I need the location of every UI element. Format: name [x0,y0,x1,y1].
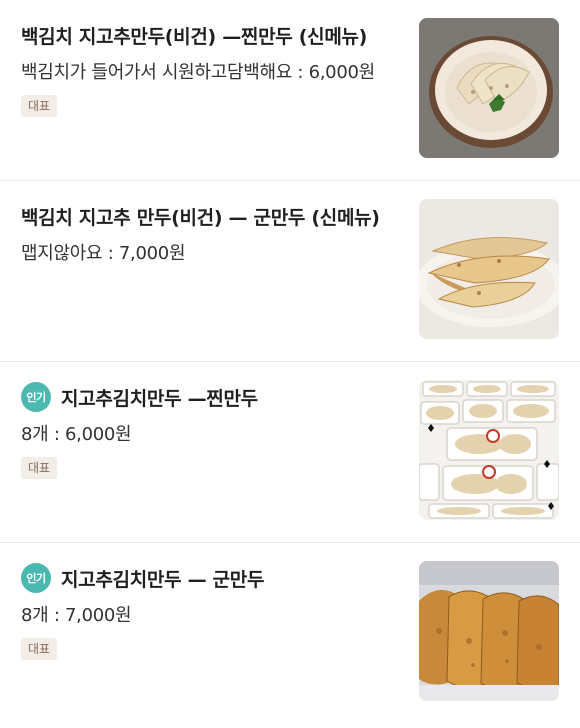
steamed-dumplings-photo[interactable] [419,18,559,158]
menu-list: 백김치 지고추만두(비건) —찐만두 (신메뉴) 백김치가 들어가서 시원하고담… [0,0,580,727]
title-row: 백김치 지고추 만두(비건) — 군만두 (신메뉴) [21,199,401,233]
representative-badge: 대표 [21,457,58,479]
menu-item-steamed-white-kimchi[interactable]: 백김치 지고추만두(비건) —찐만두 (신메뉴) 백김치가 들어가서 시원하고담… [0,0,580,181]
menu-item-fried-white-kimchi[interactable]: 백김치 지고추 만두(비건) — 군만두 (신메뉴) 맵지않아요 : 7,000… [0,181,580,362]
menu-item-text: 인기 지고추김치만두 — 군만두 8개 : 7,000원 대표 [21,561,401,660]
popular-badge: 인기 [21,382,51,412]
menu-item-description: 8개 : 6,000원 [21,424,132,445]
menu-item-title[interactable]: 백김치 지고추 만두(비건) — 군만두 (신메뉴) [21,203,380,230]
pan-fried-dumplings-photo[interactable] [419,561,559,701]
menu-item-description: 백김치가 들어가서 시원하고담백해요 : 6,000원 [21,62,375,83]
menu-item-title[interactable]: 지고추김치만두 — 군만두 [61,565,264,592]
menu-item-description: 맵지않아요 : 7,000원 [21,243,186,264]
menu-item-fried-kimchi[interactable]: 인기 지고추김치만두 — 군만두 8개 : 7,000원 대표 [0,543,580,727]
menu-item-description: 8개 : 7,000원 [21,605,132,626]
menu-item-text: 인기 지고추김치만두 —찐만두 8개 : 6,000원 대표 [21,380,401,479]
representative-badge: 대표 [21,638,58,660]
menu-item-title[interactable]: 지고추김치만두 —찐만두 [61,384,258,411]
menu-item-title[interactable]: 백김치 지고추만두(비건) —찐만두 (신메뉴) [21,22,367,49]
title-row: 백김치 지고추만두(비건) —찐만두 (신메뉴) [21,18,401,52]
menu-item-text: 백김치 지고추만두(비건) —찐만두 (신메뉴) 백김치가 들어가서 시원하고담… [21,18,401,117]
popular-badge: 인기 [21,563,51,593]
packaged-dumplings-photo[interactable] [419,380,559,520]
title-row: 인기 지고추김치만두 —찐만두 [21,380,401,414]
fried-dumplings-photo[interactable] [419,199,559,339]
menu-item-steamed-kimchi[interactable]: 인기 지고추김치만두 —찐만두 8개 : 6,000원 대표 [0,362,580,543]
menu-item-text: 백김치 지고추 만두(비건) — 군만두 (신메뉴) 맵지않아요 : 7,000… [21,199,401,268]
title-row: 인기 지고추김치만두 — 군만두 [21,561,401,595]
representative-badge: 대표 [21,95,58,117]
